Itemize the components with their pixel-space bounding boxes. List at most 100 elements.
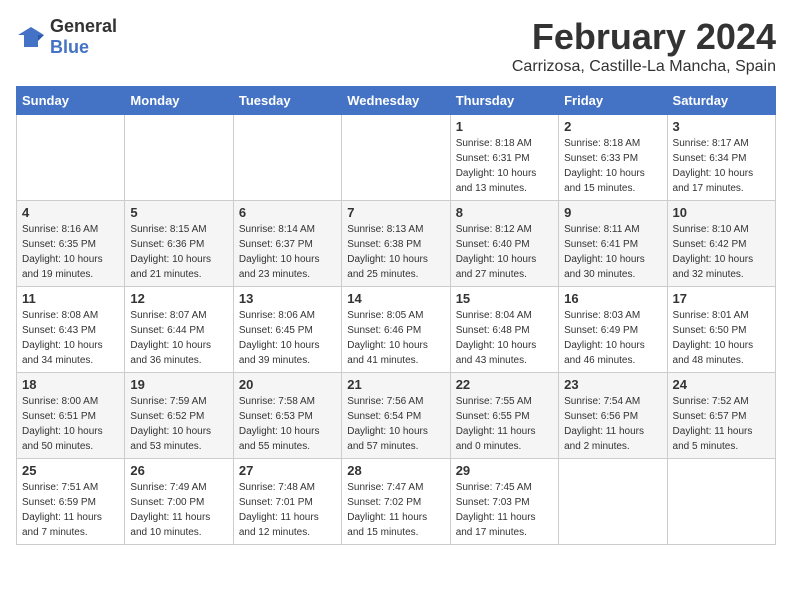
day-cell: 3Sunrise: 8:17 AM Sunset: 6:34 PM Daylig…: [667, 115, 775, 201]
day-cell: [17, 115, 125, 201]
day-number: 8: [456, 205, 553, 220]
day-info: Sunrise: 8:00 AM Sunset: 6:51 PM Dayligh…: [22, 394, 119, 454]
day-number: 27: [239, 463, 336, 478]
day-number: 28: [347, 463, 444, 478]
day-info: Sunrise: 7:45 AM Sunset: 7:03 PM Dayligh…: [456, 480, 553, 540]
logo-general: General: [50, 16, 117, 36]
day-number: 7: [347, 205, 444, 220]
day-number: 29: [456, 463, 553, 478]
day-cell: 9Sunrise: 8:11 AM Sunset: 6:41 PM Daylig…: [559, 201, 667, 287]
day-info: Sunrise: 7:52 AM Sunset: 6:57 PM Dayligh…: [673, 394, 770, 454]
day-info: Sunrise: 8:06 AM Sunset: 6:45 PM Dayligh…: [239, 308, 336, 368]
day-cell: [667, 459, 775, 545]
day-cell: 24 Sunrise: 7:52 AM Sunset: 6:57 PM Dayli…: [667, 373, 775, 459]
day-cell: 4 Sunrise: 8:16 AM Sunset: 6:35 PM Daylig…: [17, 201, 125, 287]
day-info: Sunrise: 7:56 AM Sunset: 6:54 PM Dayligh…: [347, 394, 444, 454]
day-cell: 23Sunrise: 7:54 AM Sunset: 6:56 PM Dayli…: [559, 373, 667, 459]
week-row-5: 25 Sunrise: 7:51 AM Sunset: 6:59 PM Dayli…: [17, 459, 776, 545]
day-info: Sunrise: 8:16 AM Sunset: 6:35 PM Dayligh…: [22, 222, 119, 282]
day-cell: 26 Sunrise: 7:49 AM Sunset: 7:00 PM Dayli…: [125, 459, 233, 545]
logo-icon: [16, 25, 46, 49]
day-cell: 12 Sunrise: 8:07 AM Sunset: 6:44 PM Dayli…: [125, 287, 233, 373]
header-thursday: Thursday: [450, 87, 558, 115]
day-cell: 20 Sunrise: 7:58 AM Sunset: 6:53 PM Dayli…: [233, 373, 341, 459]
day-info: Sunrise: 8:15 AM Sunset: 6:36 PM Dayligh…: [130, 222, 227, 282]
day-info: Sunrise: 8:08 AM Sunset: 6:43 PM Dayligh…: [22, 308, 119, 368]
day-number: 14: [347, 291, 444, 306]
day-info: Sunrise: 8:10 AM Sunset: 6:42 PM Dayligh…: [673, 222, 770, 282]
day-cell: 16 Sunrise: 8:03 AM Sunset: 6:49 PM Dayli…: [559, 287, 667, 373]
day-cell: 27 Sunrise: 7:48 AM Sunset: 7:01 PM Dayli…: [233, 459, 341, 545]
day-number: 1: [456, 119, 553, 134]
day-info: Sunrise: 7:49 AM Sunset: 7:00 PM Dayligh…: [130, 480, 227, 540]
day-number: 2: [564, 119, 661, 134]
header-sunday: Sunday: [17, 87, 125, 115]
day-number: 3: [673, 119, 770, 134]
day-info: Sunrise: 7:55 AM Sunset: 6:55 PM Dayligh…: [456, 394, 553, 454]
day-cell: 19Sunrise: 7:59 AM Sunset: 6:52 PM Dayli…: [125, 373, 233, 459]
week-row-3: 11 Sunrise: 8:08 AM Sunset: 6:43 PM Dayli…: [17, 287, 776, 373]
day-info: Sunrise: 8:13 AM Sunset: 6:38 PM Dayligh…: [347, 222, 444, 282]
day-number: 5: [130, 205, 227, 220]
day-number: 18: [22, 377, 119, 392]
day-number: 16: [564, 291, 661, 306]
header-wednesday: Wednesday: [342, 87, 450, 115]
calendar-table: SundayMondayTuesdayWednesdayThursdayFrid…: [16, 86, 776, 545]
day-cell: 21 Sunrise: 7:56 AM Sunset: 6:54 PM Dayli…: [342, 373, 450, 459]
calendar-body: 1 Sunrise: 8:18 AM Sunset: 6:31 PM Daylig…: [17, 115, 776, 545]
day-cell: [125, 115, 233, 201]
logo-blue: Blue: [50, 37, 89, 57]
day-number: 21: [347, 377, 444, 392]
day-cell: 7 Sunrise: 8:13 AM Sunset: 6:38 PM Daylig…: [342, 201, 450, 287]
day-cell: 17Sunrise: 8:01 AM Sunset: 6:50 PM Dayli…: [667, 287, 775, 373]
header-friday: Friday: [559, 87, 667, 115]
day-number: 19: [130, 377, 227, 392]
day-number: 6: [239, 205, 336, 220]
day-cell: 28Sunrise: 7:47 AM Sunset: 7:02 PM Dayli…: [342, 459, 450, 545]
day-cell: 8 Sunrise: 8:12 AM Sunset: 6:40 PM Daylig…: [450, 201, 558, 287]
day-info: Sunrise: 8:03 AM Sunset: 6:49 PM Dayligh…: [564, 308, 661, 368]
week-row-2: 4 Sunrise: 8:16 AM Sunset: 6:35 PM Daylig…: [17, 201, 776, 287]
logo: General Blue: [16, 16, 117, 58]
header-tuesday: Tuesday: [233, 87, 341, 115]
day-info: Sunrise: 8:01 AM Sunset: 6:50 PM Dayligh…: [673, 308, 770, 368]
subtitle: Carrizosa, Castille-La Mancha, Spain: [512, 58, 776, 76]
day-info: Sunrise: 7:58 AM Sunset: 6:53 PM Dayligh…: [239, 394, 336, 454]
logo-text: General Blue: [50, 16, 117, 58]
day-number: 15: [456, 291, 553, 306]
day-number: 26: [130, 463, 227, 478]
day-info: Sunrise: 7:51 AM Sunset: 6:59 PM Dayligh…: [22, 480, 119, 540]
day-cell: 29 Sunrise: 7:45 AM Sunset: 7:03 PM Dayli…: [450, 459, 558, 545]
day-cell: [559, 459, 667, 545]
day-cell: 6Sunrise: 8:14 AM Sunset: 6:37 PM Daylig…: [233, 201, 341, 287]
day-info: Sunrise: 8:07 AM Sunset: 6:44 PM Dayligh…: [130, 308, 227, 368]
day-number: 25: [22, 463, 119, 478]
day-cell: 5 Sunrise: 8:15 AM Sunset: 6:36 PM Daylig…: [125, 201, 233, 287]
day-info: Sunrise: 8:05 AM Sunset: 6:46 PM Dayligh…: [347, 308, 444, 368]
day-cell: 25 Sunrise: 7:51 AM Sunset: 6:59 PM Dayli…: [17, 459, 125, 545]
day-number: 20: [239, 377, 336, 392]
day-number: 24: [673, 377, 770, 392]
day-cell: 1 Sunrise: 8:18 AM Sunset: 6:31 PM Daylig…: [450, 115, 558, 201]
day-cell: 11 Sunrise: 8:08 AM Sunset: 6:43 PM Dayli…: [17, 287, 125, 373]
day-number: 4: [22, 205, 119, 220]
header-saturday: Saturday: [667, 87, 775, 115]
header: General Blue February 2024 Carrizosa, Ca…: [16, 16, 776, 76]
day-number: 22: [456, 377, 553, 392]
day-cell: 13Sunrise: 8:06 AM Sunset: 6:45 PM Dayli…: [233, 287, 341, 373]
day-info: Sunrise: 8:12 AM Sunset: 6:40 PM Dayligh…: [456, 222, 553, 282]
main-title: February 2024: [512, 16, 776, 58]
week-row-1: 1 Sunrise: 8:18 AM Sunset: 6:31 PM Daylig…: [17, 115, 776, 201]
day-info: Sunrise: 8:18 AM Sunset: 6:33 PM Dayligh…: [564, 136, 661, 196]
header-row: SundayMondayTuesdayWednesdayThursdayFrid…: [17, 87, 776, 115]
day-cell: 10Sunrise: 8:10 AM Sunset: 6:42 PM Dayli…: [667, 201, 775, 287]
day-info: Sunrise: 7:48 AM Sunset: 7:01 PM Dayligh…: [239, 480, 336, 540]
week-row-4: 18 Sunrise: 8:00 AM Sunset: 6:51 PM Dayli…: [17, 373, 776, 459]
day-info: Sunrise: 8:18 AM Sunset: 6:31 PM Dayligh…: [456, 136, 553, 196]
day-cell: 14 Sunrise: 8:05 AM Sunset: 6:46 PM Dayli…: [342, 287, 450, 373]
day-cell: 15Sunrise: 8:04 AM Sunset: 6:48 PM Dayli…: [450, 287, 558, 373]
calendar-header: SundayMondayTuesdayWednesdayThursdayFrid…: [17, 87, 776, 115]
day-number: 11: [22, 291, 119, 306]
day-number: 12: [130, 291, 227, 306]
header-monday: Monday: [125, 87, 233, 115]
